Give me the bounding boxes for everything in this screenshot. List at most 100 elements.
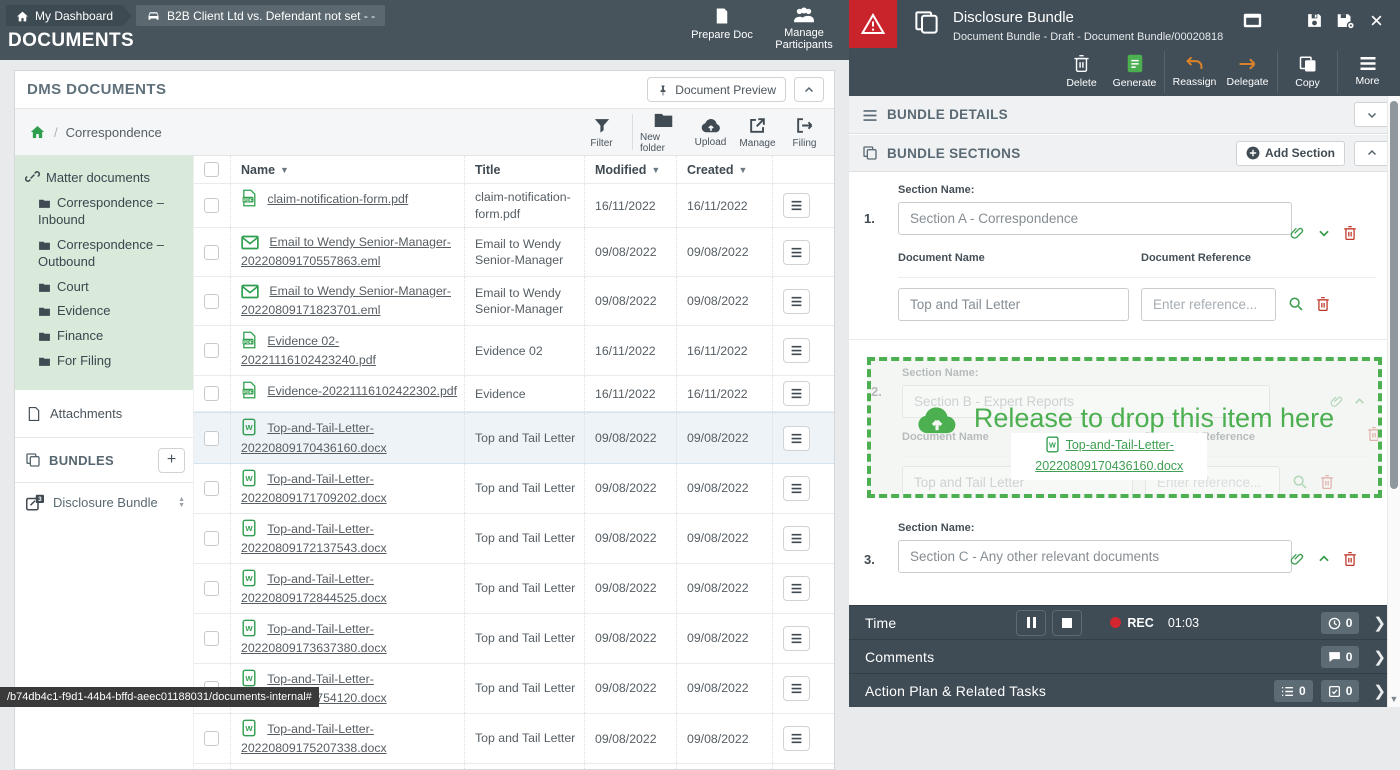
add-bundle-button[interactable]: +: [158, 448, 185, 473]
comments-count-badge[interactable]: 0: [1321, 646, 1360, 668]
panel-scrollbar[interactable]: ▼: [1387, 96, 1400, 707]
row-checkbox[interactable]: [204, 631, 219, 646]
row-checkbox[interactable]: [204, 245, 219, 260]
document-reference-input[interactable]: [1141, 288, 1276, 321]
row-menu-button[interactable]: [783, 240, 810, 265]
tasks-count-badge[interactable]: 0: [1321, 680, 1360, 702]
attach-icon[interactable]: [1289, 550, 1305, 568]
row-menu-button[interactable]: [783, 193, 810, 218]
document-link[interactable]: Email to Wendy Senior-Manager-2022080917…: [241, 235, 451, 268]
row-menu-button[interactable]: [783, 289, 810, 314]
sidebar-folder-item[interactable]: For Filing: [25, 349, 185, 374]
save-icon[interactable]: [1306, 12, 1323, 30]
row-menu-button[interactable]: [783, 426, 810, 451]
add-section-button[interactable]: Add Section: [1236, 141, 1345, 166]
column-header-title[interactable]: Title: [464, 156, 584, 183]
delete-section-icon[interactable]: [1343, 224, 1357, 242]
row-menu-button[interactable]: [783, 381, 810, 406]
row-checkbox[interactable]: [204, 431, 219, 446]
row-checkbox[interactable]: [204, 294, 219, 309]
collapse-panel-button[interactable]: [794, 77, 824, 102]
column-header-name[interactable]: Name▼: [230, 156, 464, 183]
copy-button[interactable]: Copy: [1281, 55, 1334, 89]
delete-document-icon[interactable]: [1316, 296, 1330, 314]
search-icon[interactable]: [1288, 296, 1304, 314]
reassign-button[interactable]: Reassign: [1168, 55, 1221, 88]
dock-window-icon[interactable]: [1243, 12, 1262, 30]
section-name-input[interactable]: [898, 540, 1292, 573]
collapse-sections-button[interactable]: [1354, 141, 1390, 166]
document-link[interactable]: Evidence-20221116102422302.pdf: [267, 384, 457, 398]
manage-participants-button[interactable]: Manage Participants: [765, 4, 843, 51]
more-button[interactable]: More: [1341, 56, 1394, 87]
drag-drop-zone[interactable]: 2. Section Name: Document Name: [867, 357, 1382, 498]
row-checkbox[interactable]: [204, 531, 219, 546]
delegate-button[interactable]: Delegate: [1221, 56, 1274, 88]
document-link[interactable]: Email to Wendy Senior-Manager-2022080917…: [241, 284, 451, 317]
sidebar-item-matter-documents[interactable]: Matter documents: [25, 165, 185, 191]
sort-spinner[interactable]: ▲▼: [178, 497, 185, 509]
filter-button[interactable]: Filter: [578, 116, 625, 149]
word-file-icon: W: [241, 622, 264, 636]
row-checkbox[interactable]: [204, 581, 219, 596]
close-icon[interactable]: [1369, 12, 1384, 30]
manage-button[interactable]: Manage: [734, 116, 781, 149]
sidebar-item-attachments[interactable]: Attachments: [15, 390, 193, 438]
row-checkbox[interactable]: [204, 198, 219, 213]
sidebar-folder-item[interactable]: Correspondence – Outbound: [25, 233, 185, 275]
column-header-modified[interactable]: Modified▼: [584, 156, 676, 183]
expand-action-plan-icon[interactable]: ❯: [1373, 682, 1386, 700]
stop-button[interactable]: [1052, 610, 1082, 636]
delete-section-icon[interactable]: [1343, 550, 1357, 568]
time-bar[interactable]: Time REC 01:03 0 ❯: [849, 605, 1400, 639]
column-header-created[interactable]: Created▼: [676, 156, 772, 183]
sidebar-folder-item[interactable]: Finance: [25, 324, 185, 349]
row-menu-button[interactable]: [783, 626, 810, 651]
generate-button[interactable]: Generate: [1108, 54, 1161, 89]
row-menu-button[interactable]: [783, 726, 810, 751]
sidebar-folder-item[interactable]: Court: [25, 275, 185, 300]
filing-button[interactable]: Filing: [781, 116, 828, 149]
scroll-down-arrow[interactable]: ▼: [1388, 694, 1400, 704]
tab-my-dashboard[interactable]: My Dashboard: [6, 5, 123, 26]
chevron-down-icon[interactable]: [1317, 224, 1331, 242]
sidebar-item-disclosure-bundle[interactable]: 3 Disclosure Bundle ▲▼: [15, 483, 193, 523]
row-menu-button[interactable]: [783, 526, 810, 551]
pause-button[interactable]: [1016, 610, 1046, 636]
bundle-sections-bar[interactable]: BUNDLE SECTIONS Add Section: [849, 134, 1400, 172]
sidebar-folder-item[interactable]: Correspondence – Inbound: [25, 191, 185, 233]
document-link[interactable]: claim-notification-form.pdf: [267, 192, 408, 206]
attach-icon[interactable]: [1289, 224, 1305, 242]
select-all-checkbox[interactable]: [204, 162, 219, 177]
row-menu-button[interactable]: [783, 476, 810, 501]
row-checkbox[interactable]: [204, 343, 219, 358]
document-name-input[interactable]: [898, 288, 1129, 321]
tab-matter[interactable]: B2B Client Ltd vs. Defendant not set - -: [136, 5, 385, 26]
save-and-close-icon[interactable]: [1336, 12, 1356, 30]
expand-time-icon[interactable]: ❯: [1373, 614, 1386, 632]
row-checkbox[interactable]: [204, 481, 219, 496]
expand-comments-icon[interactable]: ❯: [1373, 648, 1386, 666]
scrollbar-thumb[interactable]: [1390, 101, 1398, 489]
document-preview-button[interactable]: Document Preview: [647, 77, 786, 102]
new-folder-button[interactable]: New folder: [640, 111, 687, 154]
row-checkbox[interactable]: [204, 386, 219, 401]
upload-button[interactable]: Upload: [687, 116, 734, 148]
row-menu-button[interactable]: [783, 576, 810, 601]
time-count-badge[interactable]: 0: [1321, 612, 1360, 634]
action-plan-bar[interactable]: Action Plan & Related Tasks 0 0 ❯: [849, 673, 1400, 707]
breadcrumb-folder-label[interactable]: Correspondence: [66, 125, 162, 140]
row-checkbox[interactable]: [204, 731, 219, 746]
row-menu-button[interactable]: [783, 676, 810, 701]
sidebar-folder-item[interactable]: Evidence: [25, 299, 185, 324]
section-name-input[interactable]: [898, 202, 1292, 235]
comments-bar[interactable]: Comments 0 ❯: [849, 639, 1400, 673]
home-folder-icon[interactable]: [29, 124, 46, 141]
row-menu-button[interactable]: [783, 338, 810, 363]
expand-details-button[interactable]: [1354, 102, 1390, 127]
action-plan-count-badge[interactable]: 0: [1274, 680, 1313, 702]
bundle-details-bar[interactable]: BUNDLE DETAILS: [849, 96, 1400, 134]
chevron-up-icon[interactable]: [1317, 550, 1331, 568]
delete-button[interactable]: Delete: [1055, 54, 1108, 89]
prepare-doc-button[interactable]: Prepare Doc: [683, 4, 761, 51]
